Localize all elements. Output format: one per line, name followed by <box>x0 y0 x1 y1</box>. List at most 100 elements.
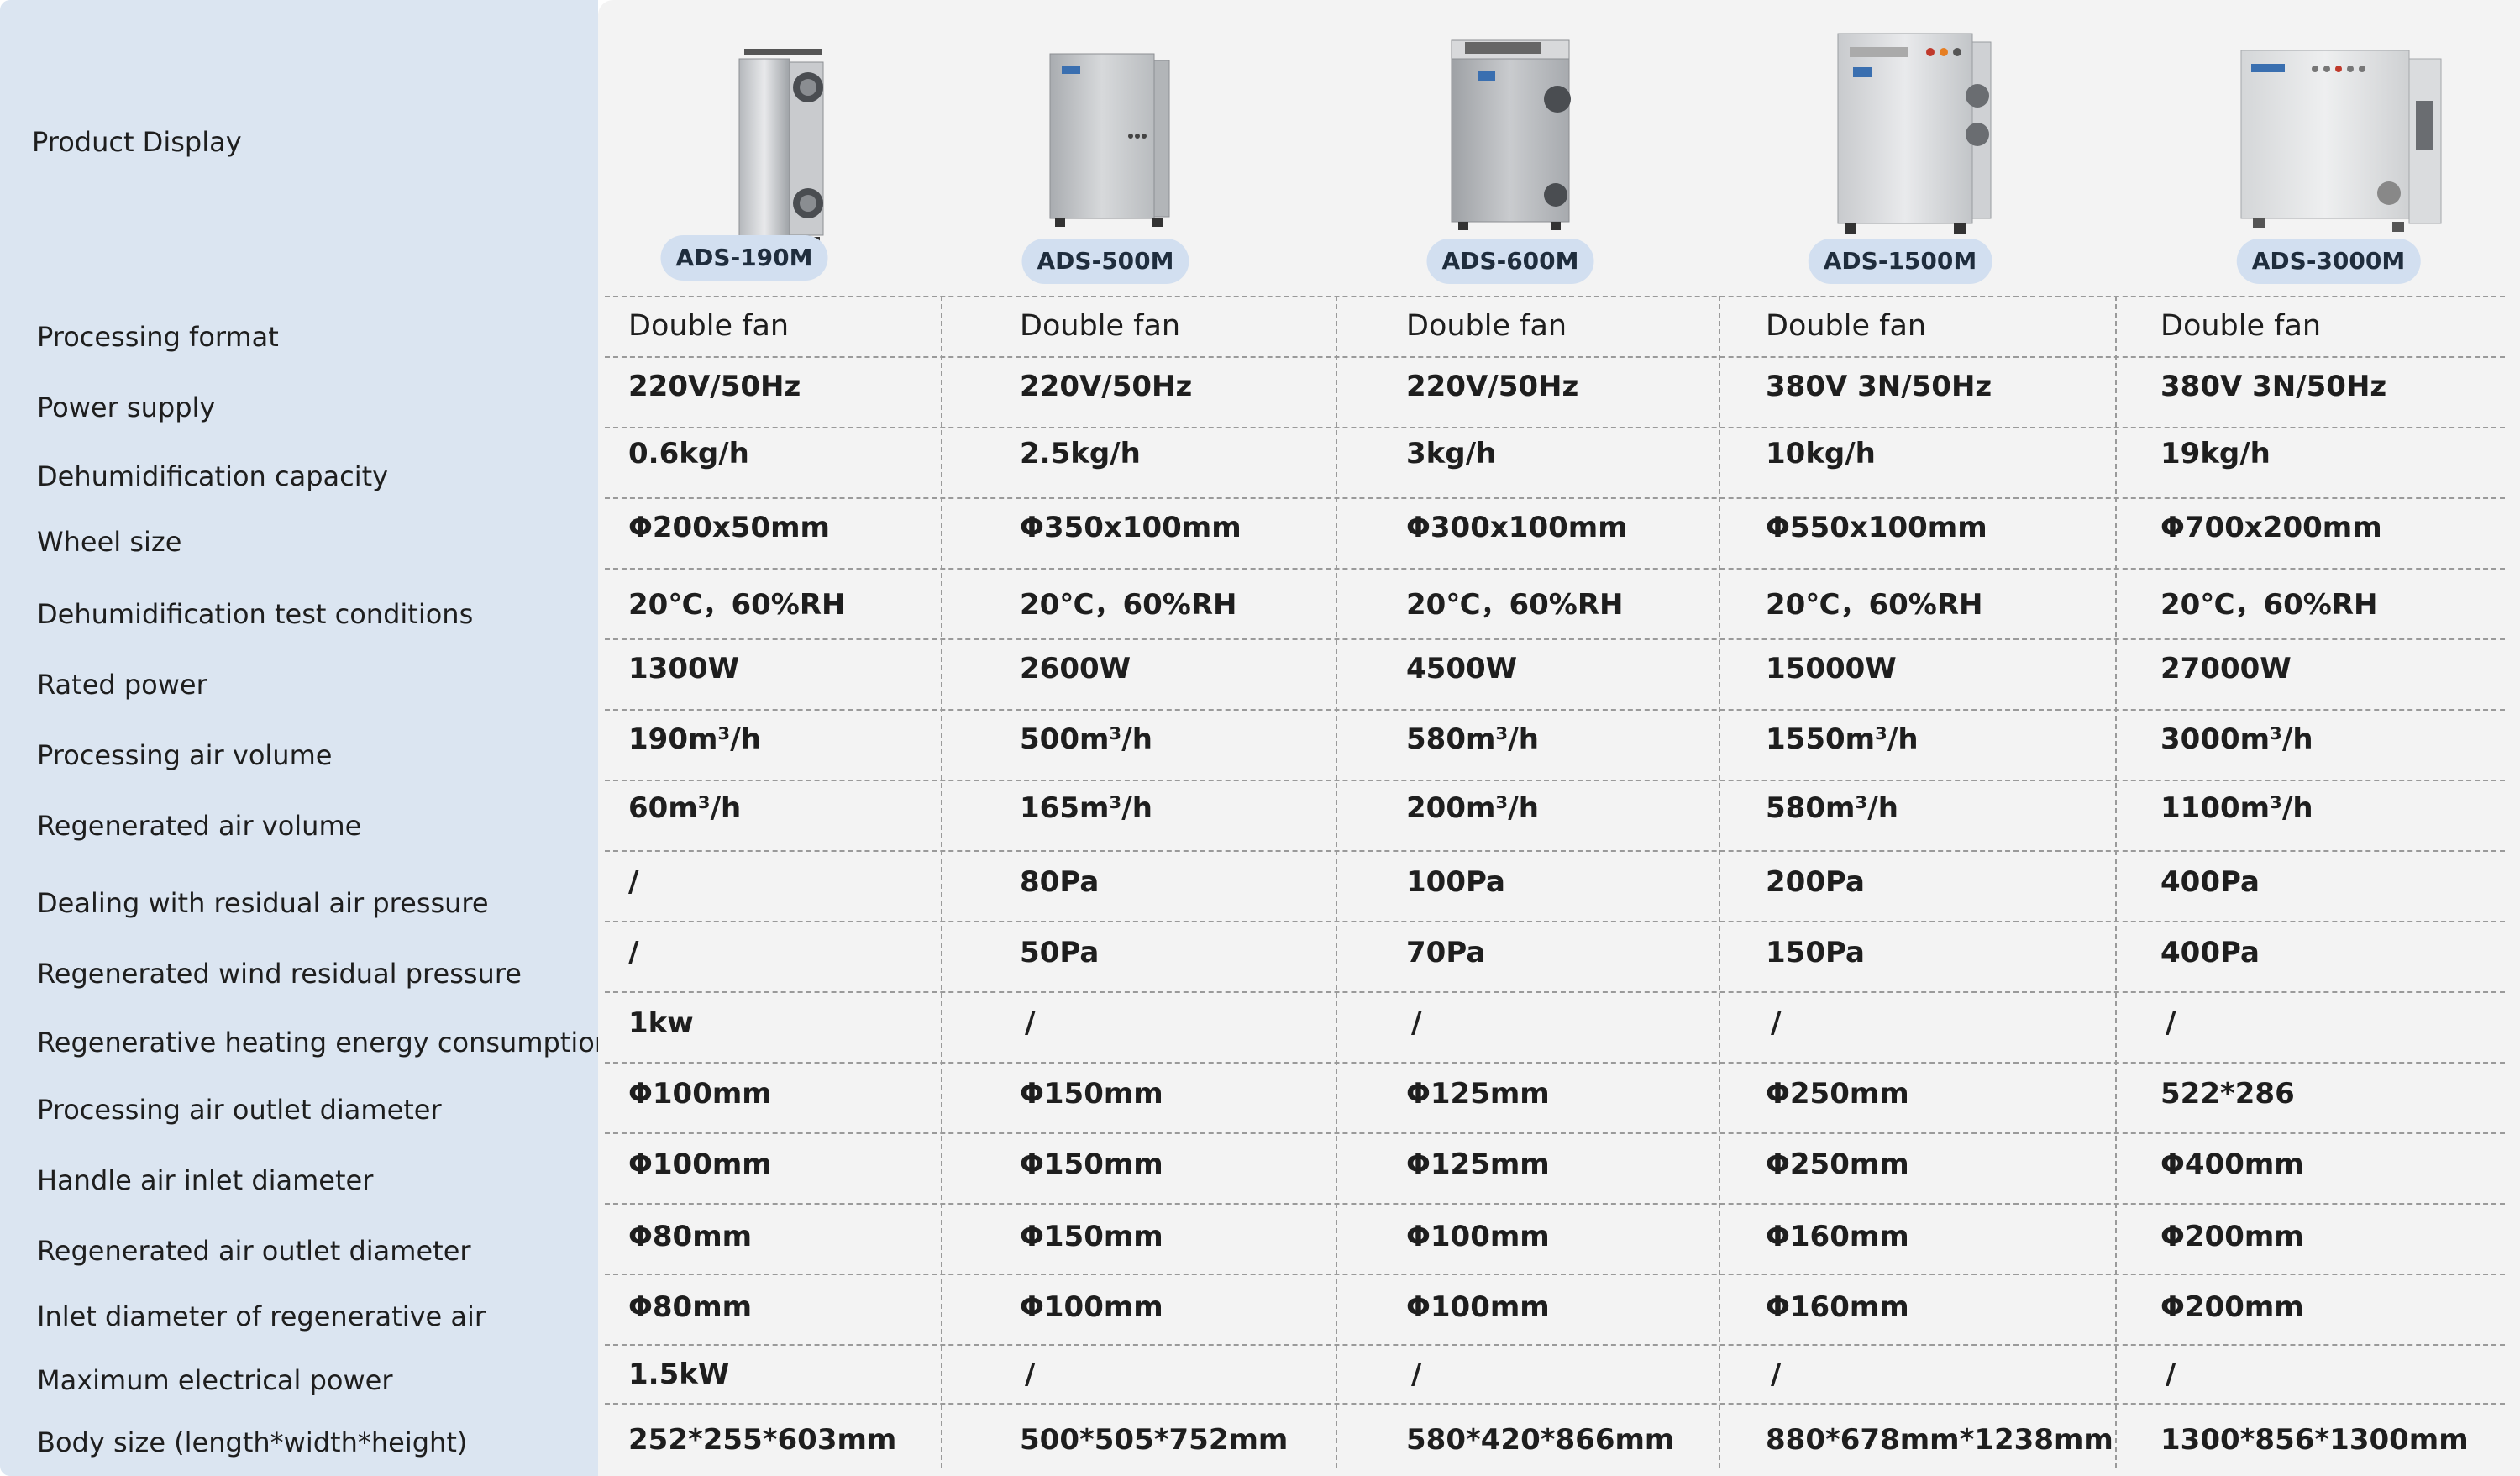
spec-cell: / <box>1025 1358 1036 1391</box>
spec-cell: Φ200mm <box>2160 1290 2304 1324</box>
spec-cell: / <box>628 865 639 899</box>
row-divider <box>605 497 2505 499</box>
spec-cell: / <box>2166 1006 2176 1040</box>
row-label: Maximum electrical power <box>37 1364 393 1396</box>
model-badge: ADS-190M <box>660 235 828 281</box>
spec-cell: / <box>1771 1006 1782 1040</box>
spec-cell: 190m³/h <box>628 722 761 756</box>
spec-cell: Φ100mm <box>1406 1220 1550 1253</box>
spec-cell: Φ100mm <box>628 1148 772 1181</box>
spec-cell: 20℃，60%RH <box>628 588 846 622</box>
spec-cell: Double fan <box>1406 309 1567 343</box>
spec-cell: 400Pa <box>2160 936 2260 969</box>
row-label: Inlet diameter of regenerative air <box>37 1300 486 1332</box>
column-divider <box>1336 296 1337 1468</box>
spec-cell: 100Pa <box>1406 865 1505 899</box>
spec-cell: 220V/50Hz <box>1020 370 1193 403</box>
spec-cell: Double fan <box>1020 309 1181 343</box>
spec-cell: 4500W <box>1406 652 1518 685</box>
row-label: Rated power <box>37 669 207 701</box>
spec-cell: 580m³/h <box>1766 791 1898 825</box>
spec-cell: Φ200mm <box>2160 1220 2304 1253</box>
spec-cell: 70Pa <box>1406 936 1486 969</box>
spec-cell: 220V/50Hz <box>628 370 801 403</box>
row-label: Dehumidification capacity <box>37 460 389 492</box>
row-divider <box>605 568 2505 570</box>
spec-cell: / <box>1411 1006 1422 1040</box>
row-label: Dehumidification test conditions <box>37 598 474 630</box>
row-divider <box>605 1132 2505 1134</box>
model-badge: ADS-600M <box>1426 239 1594 284</box>
spec-cell: 3kg/h <box>1406 437 1497 470</box>
spec-cell: Φ125mm <box>1406 1148 1550 1181</box>
row-label: Processing air outlet diameter <box>37 1094 442 1126</box>
spec-cell: 50Pa <box>1020 936 1100 969</box>
spec-cell: Φ150mm <box>1020 1148 1163 1181</box>
spec-cell: 15000W <box>1766 652 1897 685</box>
spec-cell: 1.5kW <box>628 1358 730 1391</box>
row-divider <box>605 850 2505 852</box>
model-badge: ADS-1500M <box>1808 239 1992 284</box>
spec-cell: Φ250mm <box>1766 1077 1909 1111</box>
spec-cell: Φ80mm <box>628 1290 753 1324</box>
spec-cell: Double fan <box>628 309 790 343</box>
product-display-label: Product Display <box>32 126 242 158</box>
row-divider <box>605 427 2505 428</box>
row-divider <box>605 1403 2505 1405</box>
row-divider <box>605 356 2505 358</box>
spec-cell: 580m³/h <box>1406 722 1539 756</box>
row-divider <box>605 1344 2505 1346</box>
spec-cell: / <box>1411 1358 1422 1391</box>
row-label: Wheel size <box>37 526 182 558</box>
spec-cell: 3000m³/h <box>2160 722 2313 756</box>
spec-cell: Φ100mm <box>628 1077 772 1111</box>
spec-cell: Φ250mm <box>1766 1148 1909 1181</box>
spec-cell: 252*255*603mm <box>628 1423 897 1457</box>
row-label: Dealing with residual air pressure <box>37 887 489 919</box>
row-label: Regenerated wind residual pressure <box>37 958 522 990</box>
spec-cell: Φ150mm <box>1020 1077 1163 1111</box>
spec-cell: 880*678mm*1238mm <box>1766 1423 2113 1457</box>
spec-cell: 200m³/h <box>1406 791 1539 825</box>
spec-cell: Φ160mm <box>1766 1220 1909 1253</box>
spec-cell: Φ80mm <box>628 1220 753 1253</box>
spec-cell: 80Pa <box>1020 865 1100 899</box>
spec-cell: Double fan <box>2160 309 2322 343</box>
spec-cell: 27000W <box>2160 652 2292 685</box>
model-badge: ADS-500M <box>1021 239 1189 284</box>
spec-cell: 400Pa <box>2160 865 2260 899</box>
spec-cell: 1kw <box>628 1006 694 1040</box>
row-label: Body size (length*width*height) <box>37 1426 468 1458</box>
spec-cell: Φ400mm <box>2160 1148 2304 1181</box>
row-divider <box>605 780 2505 781</box>
row-divider <box>605 1274 2505 1275</box>
column-divider <box>1719 296 1720 1468</box>
spec-cell: Φ160mm <box>1766 1290 1909 1324</box>
row-divider <box>605 921 2505 922</box>
spec-cell: 20℃，60%RH <box>1406 588 1624 622</box>
spec-label-column: Product Display Processing format Power s… <box>0 0 612 1476</box>
spec-cell: Φ200x50mm <box>628 511 830 544</box>
spec-cell: Φ125mm <box>1406 1077 1550 1111</box>
spec-cell: Φ100mm <box>1406 1290 1550 1324</box>
spec-cell: Double fan <box>1766 309 1927 343</box>
spec-cell: Φ550x100mm <box>1766 511 1987 544</box>
spec-cell: 580*420*866mm <box>1406 1423 1675 1457</box>
row-label: Handle air inlet diameter <box>37 1164 374 1196</box>
model-badge: ADS-3000M <box>2236 239 2421 284</box>
row-divider <box>605 638 2505 640</box>
spec-cell: 20℃，60%RH <box>1766 588 1983 622</box>
spec-cell: Φ350x100mm <box>1020 511 1242 544</box>
row-label: Processing air volume <box>37 739 333 771</box>
spec-cell: 10kg/h <box>1766 437 1876 470</box>
row-divider <box>605 1062 2505 1064</box>
spec-cell: Φ300x100mm <box>1406 511 1628 544</box>
spec-cell: 19kg/h <box>2160 437 2271 470</box>
spec-cell: 220V/50Hz <box>1406 370 1579 403</box>
spec-cell: Φ100mm <box>1020 1290 1163 1324</box>
spec-cell: 165m³/h <box>1020 791 1152 825</box>
row-divider <box>605 1203 2505 1205</box>
spec-cell: Φ150mm <box>1020 1220 1163 1253</box>
spec-cell: 500*505*752mm <box>1020 1423 1289 1457</box>
column-divider <box>2115 296 2117 1468</box>
